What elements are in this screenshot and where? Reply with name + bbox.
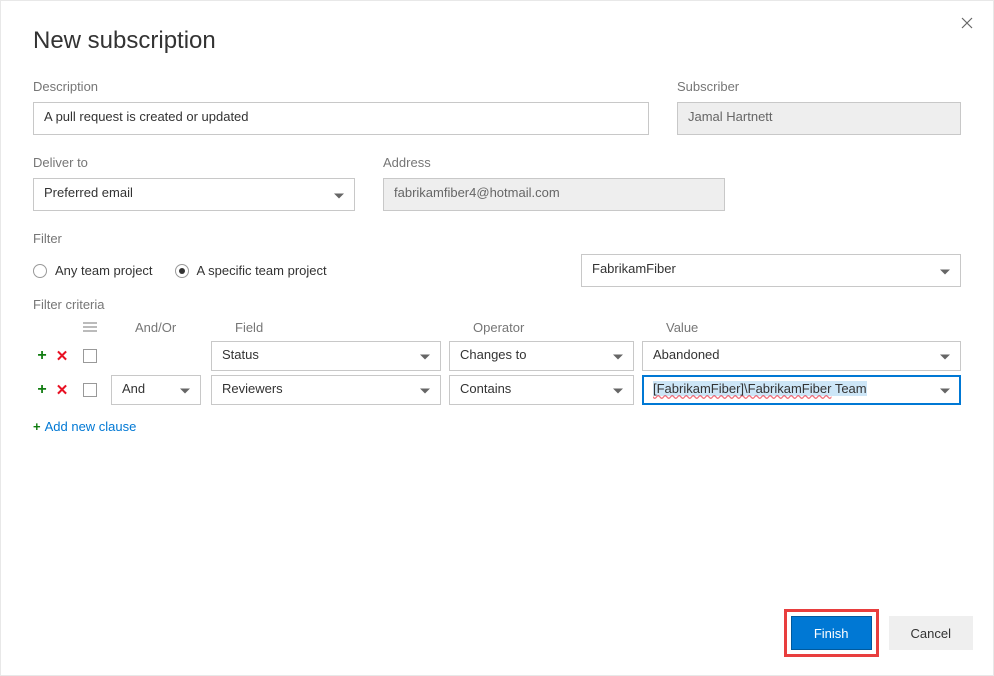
header-andor: And/Or bbox=[135, 320, 225, 335]
subscriber-label: Subscriber bbox=[677, 79, 961, 94]
radio-specific-label: A specific team project bbox=[197, 263, 327, 278]
criteria-label: Filter criteria bbox=[33, 297, 961, 312]
add-row-icon[interactable]: + bbox=[33, 381, 51, 399]
address-value: fabrikamfiber4@hotmail.com bbox=[394, 185, 560, 200]
radio-icon bbox=[175, 264, 189, 278]
radio-specific-project[interactable]: A specific team project bbox=[175, 263, 327, 278]
chevron-down-icon bbox=[940, 349, 950, 364]
remove-row-icon[interactable]: ✕ bbox=[53, 347, 71, 365]
header-field: Field bbox=[235, 320, 465, 335]
field-select[interactable]: Reviewers bbox=[211, 375, 441, 405]
criteria-row: + ✕ Status Changes to Abandoned bbox=[33, 341, 961, 371]
add-clause-label: Add new clause bbox=[45, 419, 137, 434]
chevron-down-icon bbox=[420, 349, 430, 364]
operator-value: Contains bbox=[460, 381, 511, 396]
header-operator: Operator bbox=[473, 320, 658, 335]
plus-icon: + bbox=[33, 419, 41, 434]
group-column-icon bbox=[83, 320, 99, 335]
field-value: Status bbox=[222, 347, 259, 362]
subscriber-value: Jamal Hartnett bbox=[688, 109, 773, 124]
add-clause-link[interactable]: + Add new clause bbox=[33, 419, 136, 434]
operator-select[interactable]: Changes to bbox=[449, 341, 634, 371]
row-checkbox[interactable] bbox=[83, 383, 97, 397]
radio-icon bbox=[33, 264, 47, 278]
field-value: Reviewers bbox=[222, 381, 283, 396]
filter-label: Filter bbox=[33, 231, 961, 246]
chevron-down-icon bbox=[334, 187, 344, 202]
add-row-icon[interactable]: + bbox=[33, 347, 51, 365]
project-value: FabrikamFiber bbox=[592, 261, 676, 276]
row-checkbox[interactable] bbox=[83, 349, 97, 363]
chevron-down-icon bbox=[940, 263, 950, 278]
chevron-down-icon bbox=[613, 349, 623, 364]
finish-highlight: Finish bbox=[784, 609, 879, 657]
cancel-button[interactable]: Cancel bbox=[889, 616, 973, 650]
andor-select[interactable]: And bbox=[111, 375, 201, 405]
remove-row-icon[interactable]: ✕ bbox=[53, 381, 71, 399]
chevron-down-icon bbox=[420, 383, 430, 398]
chevron-down-icon bbox=[940, 383, 950, 398]
deliver-select[interactable]: Preferred email bbox=[33, 178, 355, 211]
radio-any-label: Any team project bbox=[55, 263, 153, 278]
close-icon[interactable] bbox=[957, 15, 977, 35]
deliver-label: Deliver to bbox=[33, 155, 355, 170]
value-text-suffix: Team bbox=[831, 381, 866, 396]
criteria-row: + ✕ And Reviewers Contains bbox=[33, 375, 961, 405]
value-input[interactable]: [FabrikamFiber]\FabrikamFiber Team bbox=[642, 375, 961, 405]
header-value: Value bbox=[666, 320, 961, 335]
value-text-prefix: [FabrikamFiber]\FabrikamFiber bbox=[653, 381, 831, 396]
operator-value: Changes to bbox=[460, 347, 527, 362]
value-select[interactable]: Abandoned bbox=[642, 341, 961, 371]
address-field: fabrikamfiber4@hotmail.com bbox=[383, 178, 725, 211]
value-text: Abandoned bbox=[653, 347, 720, 362]
finish-label: Finish bbox=[814, 626, 849, 641]
field-select[interactable]: Status bbox=[211, 341, 441, 371]
address-label: Address bbox=[383, 155, 725, 170]
finish-button[interactable]: Finish bbox=[791, 616, 872, 650]
description-label: Description bbox=[33, 79, 649, 94]
andor-value: And bbox=[122, 381, 145, 396]
project-select[interactable]: FabrikamFiber bbox=[581, 254, 961, 287]
radio-any-project[interactable]: Any team project bbox=[33, 263, 153, 278]
chevron-down-icon bbox=[613, 383, 623, 398]
subscriber-field: Jamal Hartnett bbox=[677, 102, 961, 135]
cancel-label: Cancel bbox=[911, 626, 951, 641]
operator-select[interactable]: Contains bbox=[449, 375, 634, 405]
description-value: A pull request is created or updated bbox=[44, 109, 249, 124]
chevron-down-icon bbox=[180, 383, 190, 398]
description-input[interactable]: A pull request is created or updated bbox=[33, 102, 649, 135]
deliver-value: Preferred email bbox=[44, 185, 133, 200]
page-title: New subscription bbox=[33, 27, 961, 55]
